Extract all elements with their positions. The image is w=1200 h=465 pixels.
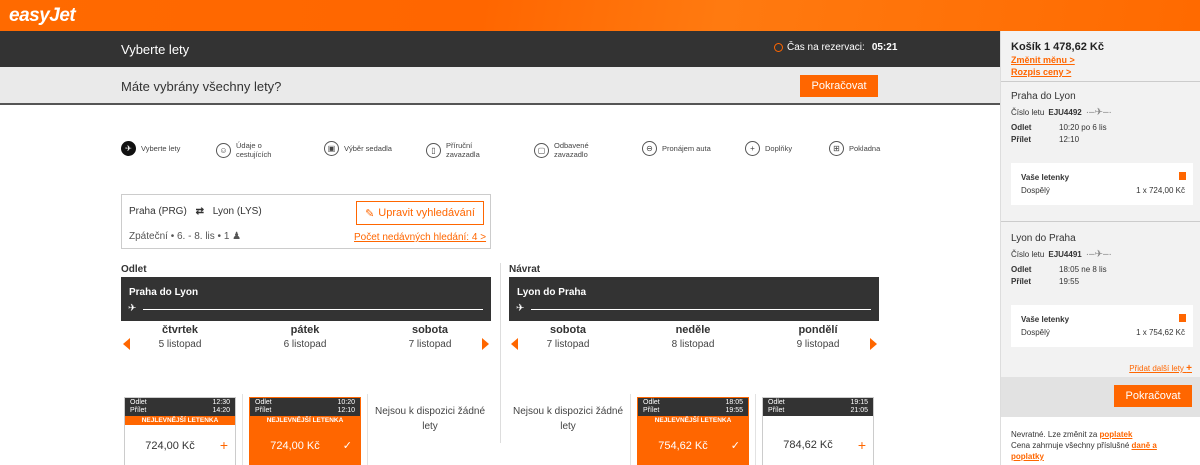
search-details: Zpáteční • 6. - 8. lis • 1 ♟ [129, 231, 242, 242]
outbound-days: čtvrtek 5 listopad pátek 6 listopad sobo… [121, 324, 491, 465]
step-passengers[interactable]: ☺ Údaje o cestujících [216, 141, 296, 159]
return-days: sobota 7 listopad neděle 8 listopad pond… [509, 324, 879, 465]
add-icon[interactable]: + [220, 437, 228, 453]
checkmark-icon: ✓ [342, 440, 352, 452]
flight-card-selected[interactable]: Odlet 18:05 Přílet 19:55 NEJLEVNĚJŠÍ LETEN… [637, 397, 749, 465]
leg-divider [500, 263, 501, 443]
outbound-flight-summary: Praha do Lyon Číslo letu EJU4492 ·–✈–· O… [1011, 91, 1112, 144]
selection-banner: Máte vybrány všechny lety? Pokračovat [0, 67, 1000, 105]
plane-icon: ·–✈–· [1085, 249, 1112, 260]
return-flight-summary: Lyon do Praha Číslo letu EJU4491 ·–✈–· O… [1011, 233, 1112, 286]
search-summary: Praha (PRG) ⇄ Lyon (LYS) Zpáteční • 6. -… [121, 194, 491, 249]
flight-card[interactable]: Odlet 19:15 Přílet 21:05 784,62 Kč + [762, 397, 874, 465]
plus-icon: + [745, 141, 760, 156]
banner-question: Máte vybrány všechny lety? [121, 79, 282, 94]
step-car-hire[interactable]: ⊖ Pronájem auta [642, 141, 711, 156]
day-header: sobota 7 listopad [546, 324, 590, 350]
clock-icon [774, 43, 783, 52]
cabin-bag-icon: ▯ [426, 142, 441, 158]
flight-price: 724,00 Kč [270, 440, 320, 452]
page-title: Vyberte lety [121, 42, 190, 57]
return-tickets: Vaše letenky Dospělý 1 x 754,62 Kč [1011, 305, 1193, 347]
flight-price: 724,00 Kč [145, 440, 195, 452]
basket-summary: Košík 1 478,62 Kč Změnit měnu > Rozpis c… [1011, 41, 1104, 77]
search-route: Praha (PRG) ⇄ Lyon (LYS) [129, 206, 262, 217]
sidebar-continue-button[interactable]: Pokračovat [1114, 385, 1192, 407]
outbound-leg: Odlet Praha do Lyon ✈ čtvrtek 5 listopad… [121, 264, 491, 465]
plane-icon: ✈ [128, 303, 137, 314]
plane-icon: ·–✈–· [1085, 107, 1112, 118]
seat-icon: ▣ [324, 141, 339, 156]
cheapest-badge: NEJLEVNĚJŠÍ LETENKA [250, 416, 360, 425]
price-breakdown-link[interactable]: Rozpis ceny > [1011, 67, 1104, 77]
flight-price: 754,62 Kč [658, 440, 708, 452]
outbound-label: Odlet [121, 264, 147, 275]
return-route-bar: Lyon do Praha ✈ [509, 277, 879, 321]
checkmark-icon: ✓ [730, 440, 740, 452]
recent-searches-link[interactable]: Počet nedávných hledání: 4 > [354, 232, 486, 243]
reservation-timer: Čas na rezervaci: 05:21 [774, 42, 897, 53]
top-brand-bar: easyJet [0, 0, 1200, 31]
no-flights-message: Nejsou k dispozici žádné lety [512, 406, 624, 432]
trash-icon[interactable] [1179, 314, 1186, 322]
no-flights-message: Nejsou k dispozici žádné lety [374, 406, 486, 432]
basket-icon: ⊞ [829, 141, 844, 156]
step-checkout[interactable]: ⊞ Pokladna [829, 141, 880, 156]
trash-icon[interactable] [1179, 172, 1186, 180]
fare-conditions: Nevratné. Lze změnit za poplatek Cena za… [1001, 417, 1200, 465]
basket-sidebar: Košík 1 478,62 Kč Změnit měnu > Rozpis c… [1000, 31, 1200, 465]
edit-search-button[interactable]: ✎ Upravit vyhledávání [356, 201, 484, 225]
person-icon: ☺ [216, 142, 231, 158]
next-day-arrow[interactable] [870, 338, 877, 350]
add-icon[interactable]: + [858, 437, 866, 453]
change-currency-link[interactable]: Změnit měnu > [1011, 55, 1104, 65]
passenger-icon: ♟ [232, 231, 242, 242]
next-day-arrow[interactable] [482, 338, 489, 350]
add-more-flights-link[interactable]: Přidat další lety + [1129, 363, 1192, 374]
car-icon: ⊖ [642, 141, 657, 156]
continue-button[interactable]: Pokračovat [800, 75, 878, 97]
day-header: pondělí 9 listopad [796, 324, 840, 350]
day-header: sobota 7 listopad [408, 324, 452, 350]
day-header: pátek 6 listopad [283, 324, 327, 350]
plane-icon: ✈ [121, 141, 136, 156]
step-select-flights[interactable]: ✈ Vyberte lety [121, 141, 180, 156]
basket-total: Košík 1 478,62 Kč [1011, 41, 1104, 53]
easyjet-logo[interactable]: easyJet [9, 5, 76, 27]
hold-bag-icon: ▢ [534, 142, 549, 158]
flight-price: 784,62 Kč [783, 439, 833, 451]
day-header: neděle 8 listopad [671, 324, 715, 350]
day-header: čtvrtek 5 listopad [158, 324, 202, 350]
main-content: Vyberte lety Čas na rezervaci: 05:21 Mát… [0, 31, 1000, 465]
booking-steps: ✈ Vyberte lety ☺ Údaje o cestujících ▣ V… [0, 141, 1000, 161]
flight-card[interactable]: Odlet 12:30 Přílet 14:20 NEJLEVNĚJŠÍ LETEN… [124, 397, 236, 465]
cheapest-badge: NEJLEVNĚJŠÍ LETENKA [125, 416, 235, 425]
plane-icon: ✈ [516, 303, 525, 314]
cheapest-badge: NEJLEVNĚJŠÍ LETENKA [638, 416, 748, 425]
step-seats[interactable]: ▣ Výběr sedadla [324, 141, 392, 156]
pencil-icon: ✎ [365, 207, 375, 220]
step-cabin-bags[interactable]: ▯ Příruční zavazadla [426, 141, 496, 159]
step-extras[interactable]: + Doplňky [745, 141, 792, 156]
sidebar-continue-area: Pokračovat [1001, 377, 1200, 417]
fees-link[interactable]: poplatek [1100, 430, 1133, 439]
outbound-route-bar: Praha do Lyon ✈ [121, 277, 491, 321]
return-label: Návrat [509, 264, 541, 275]
outbound-tickets: Vaše letenky Dospělý 1 x 724,00 Kč [1011, 163, 1193, 205]
page-header: Vyberte lety Čas na rezervaci: 05:21 [0, 31, 1000, 67]
timer-label: Čas na rezervaci: [787, 42, 865, 53]
plus-icon: + [1186, 363, 1192, 374]
return-leg: Návrat Lyon do Praha ✈ sobota 7 listopad… [509, 264, 879, 465]
flight-card-selected[interactable]: Odlet 10:20 Přílet 12:10 NEJLEVNĚJŠÍ LETEN… [249, 397, 361, 465]
swap-arrows-icon: ⇄ [195, 206, 204, 217]
timer-value: 05:21 [871, 42, 898, 53]
step-hold-bags[interactable]: ▢ Odbavené zavazadlo [534, 141, 604, 159]
